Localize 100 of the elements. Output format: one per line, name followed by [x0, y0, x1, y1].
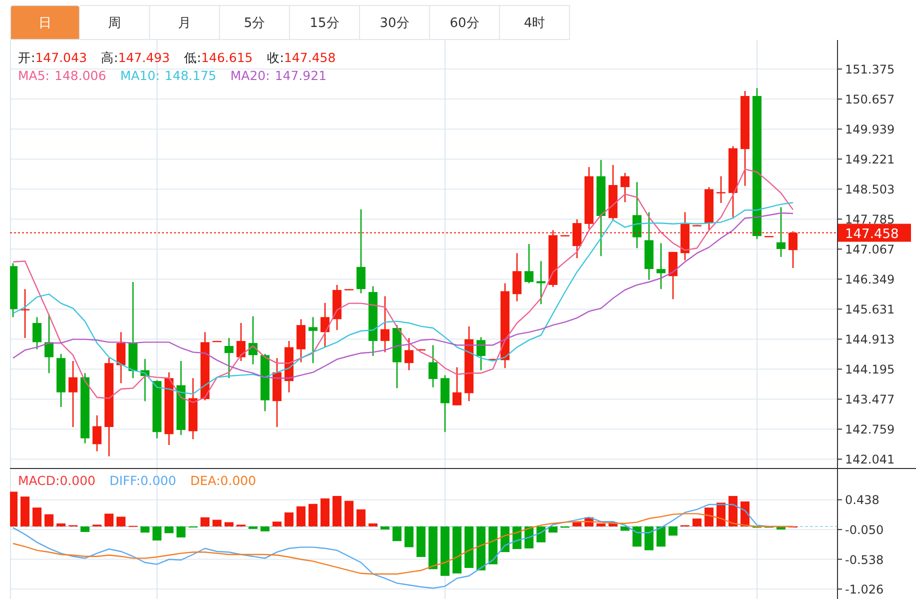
candlestick [368, 286, 378, 356]
histogram-bar [248, 526, 258, 529]
moving-average-reading: MA5: 148.006 [18, 68, 106, 83]
candlestick [584, 167, 594, 229]
candlestick [440, 375, 450, 432]
histogram-bar [404, 526, 414, 548]
histogram-bar [716, 502, 726, 526]
candlestick [260, 354, 270, 412]
histogram-bar [20, 496, 30, 526]
axis-label: 151.375 [845, 62, 895, 77]
histogram-bar [668, 526, 678, 536]
candlestick [404, 338, 414, 370]
candlestick [308, 317, 318, 364]
histogram-bar [320, 498, 330, 526]
price-reading: 收:147.458 [266, 50, 336, 65]
histogram-bar [656, 526, 666, 547]
histogram-bar [380, 526, 390, 530]
candlestick [416, 349, 426, 350]
histogram-bar [476, 526, 486, 570]
axis-label: 150.657 [845, 92, 895, 107]
period-tab[interactable]: 15分 [290, 5, 360, 40]
histogram-bar [620, 526, 630, 531]
histogram-bar [428, 526, 438, 570]
period-tab[interactable]: 30分 [360, 5, 430, 40]
candlestick [80, 373, 90, 444]
indicator-reading: DEA:0.000 [190, 473, 256, 488]
price-reading: 低:146.615 [184, 50, 253, 65]
histogram-bar [296, 506, 306, 526]
histogram-bar [260, 526, 270, 532]
axis-label: 149.939 [845, 122, 895, 137]
histogram-bar [572, 522, 582, 526]
moving-average-reading: MA20: 147.921 [230, 68, 327, 83]
candlestick [680, 212, 690, 260]
histogram-bar [356, 509, 366, 526]
candlestick [380, 296, 390, 352]
histogram-bar [692, 518, 702, 526]
histogram-bar [200, 517, 210, 526]
histogram-bar [176, 526, 186, 538]
axis-label: -0.050 [845, 523, 884, 538]
histogram-bar [344, 500, 354, 526]
period-tab[interactable]: 5分 [220, 5, 290, 40]
candlestick [764, 236, 774, 238]
candlestick [200, 332, 210, 400]
candlestick [572, 219, 582, 258]
candlestick [488, 358, 498, 360]
histogram-bar [740, 501, 750, 526]
histogram-bar [284, 512, 294, 526]
histogram-bar [224, 522, 234, 526]
histogram-bar [10, 492, 18, 526]
histogram-bar [56, 523, 66, 526]
histogram-bar [416, 526, 426, 557]
histogram-bar [644, 526, 654, 550]
period-tab[interactable]: 周 [80, 5, 150, 40]
candlestick [344, 289, 354, 290]
candlestick [704, 187, 714, 230]
candlestick [284, 340, 294, 392]
histogram-bar [392, 526, 402, 542]
candlestick [392, 325, 402, 388]
candlestick [788, 231, 798, 268]
period-tab[interactable]: 4时 [500, 5, 570, 40]
histogram-bar [104, 514, 114, 526]
indicator-reading: DIFF:0.000 [109, 473, 176, 488]
candlestick [548, 230, 558, 288]
axis-label: 148.503 [845, 182, 895, 197]
candlestick [212, 340, 222, 342]
axis-label: 0.438 [845, 493, 880, 508]
axis-label: 145.631 [845, 302, 895, 317]
candlestick [560, 235, 570, 236]
histogram-bar [332, 496, 342, 526]
candlestick [692, 225, 702, 226]
histogram-bar [368, 523, 378, 526]
axis-label: 142.759 [845, 422, 895, 437]
histogram-bar [632, 526, 642, 547]
axis-label: 146.349 [845, 272, 895, 287]
indicator-reading: MACD:0.000 [18, 473, 96, 488]
axis-label: 144.195 [845, 362, 895, 377]
candlestick [452, 367, 462, 406]
candlestick [716, 176, 726, 203]
histogram-bar [44, 514, 54, 526]
candlestick [92, 415, 102, 452]
price-reading: 高:147.493 [100, 50, 170, 65]
period-tab[interactable]: 月 [150, 5, 220, 40]
histogram-bar [452, 526, 462, 574]
candlestick [248, 316, 258, 364]
candlestick [620, 172, 630, 202]
histogram-bar [608, 522, 618, 526]
candlestick [68, 361, 78, 428]
histogram-bar [596, 523, 606, 526]
moving-average-reading: MA10: 148.175 [120, 68, 216, 83]
candlestick [152, 380, 162, 438]
candlestick [776, 207, 786, 257]
axis-label: 149.221 [845, 152, 895, 167]
candlestick [224, 338, 234, 378]
histogram-bar [32, 508, 42, 526]
candlestick [56, 354, 66, 407]
ref-line-label: 147.458 [845, 226, 899, 242]
period-tab[interactable]: 60分 [430, 5, 500, 40]
candlestick [332, 284, 342, 330]
candlestick [476, 337, 486, 370]
histogram-bar [704, 508, 714, 526]
